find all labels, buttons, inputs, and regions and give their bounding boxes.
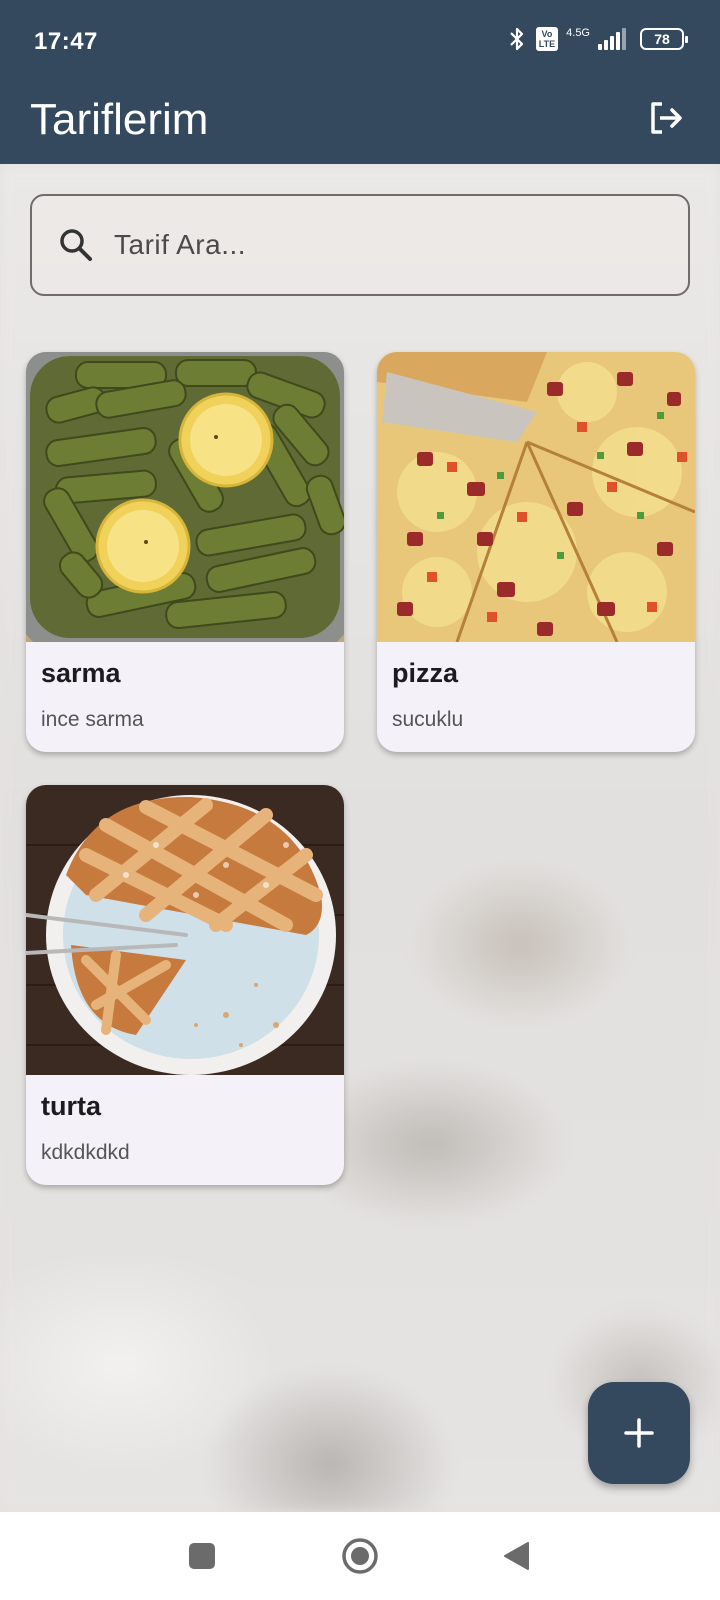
volte-icon: Vo LTE [535, 27, 559, 51]
status-time: 17:47 [34, 28, 98, 55]
recipe-image-turta [26, 785, 344, 1075]
recipe-image-pizza [377, 352, 695, 642]
search-icon [60, 229, 92, 261]
recipe-description: kdkdkdkd [41, 1141, 130, 1164]
recipe-title: turta [41, 1091, 101, 1121]
home-circle-icon [342, 1538, 378, 1574]
battery-level: 78 [654, 31, 670, 47]
bluetooth-icon [510, 27, 523, 51]
recipe-card-pizza[interactable]: pizza sucuklu [377, 352, 695, 752]
recipe-title: pizza [392, 658, 459, 688]
recipe-card-sarma[interactable]: sarma ince sarma [26, 352, 344, 752]
recents-square-icon [189, 1543, 215, 1569]
plus-icon [624, 1418, 654, 1448]
search-field[interactable] [30, 194, 690, 296]
back-triangle-icon [504, 1542, 529, 1570]
page-title: Tariflerim [30, 95, 209, 144]
status-bar: 17:47 Vo LTE 4.5G 78 [0, 0, 720, 80]
signal-strength-icon [598, 28, 626, 50]
recipe-image-sarma [26, 352, 344, 642]
battery-icon: 78 [640, 28, 688, 50]
recipe-description: ince sarma [41, 708, 144, 731]
recipe-card-turta[interactable]: turta kdkdkdkd [26, 785, 344, 1185]
logout-icon [651, 102, 682, 134]
system-navigation-bar [0, 1512, 720, 1600]
network-type-label: 4.5G [566, 26, 590, 39]
recents-button[interactable] [162, 1512, 242, 1600]
recipe-title: sarma [41, 658, 121, 688]
status-icons: Vo LTE 4.5G 78 [506, 26, 688, 52]
recipe-description: sucuklu [392, 708, 464, 731]
search-input[interactable] [114, 215, 688, 275]
home-button[interactable] [320, 1512, 400, 1600]
app-bar: Tariflerim [0, 80, 720, 164]
add-recipe-button[interactable] [588, 1382, 690, 1484]
back-button[interactable] [476, 1512, 556, 1600]
logout-button[interactable] [642, 94, 690, 142]
